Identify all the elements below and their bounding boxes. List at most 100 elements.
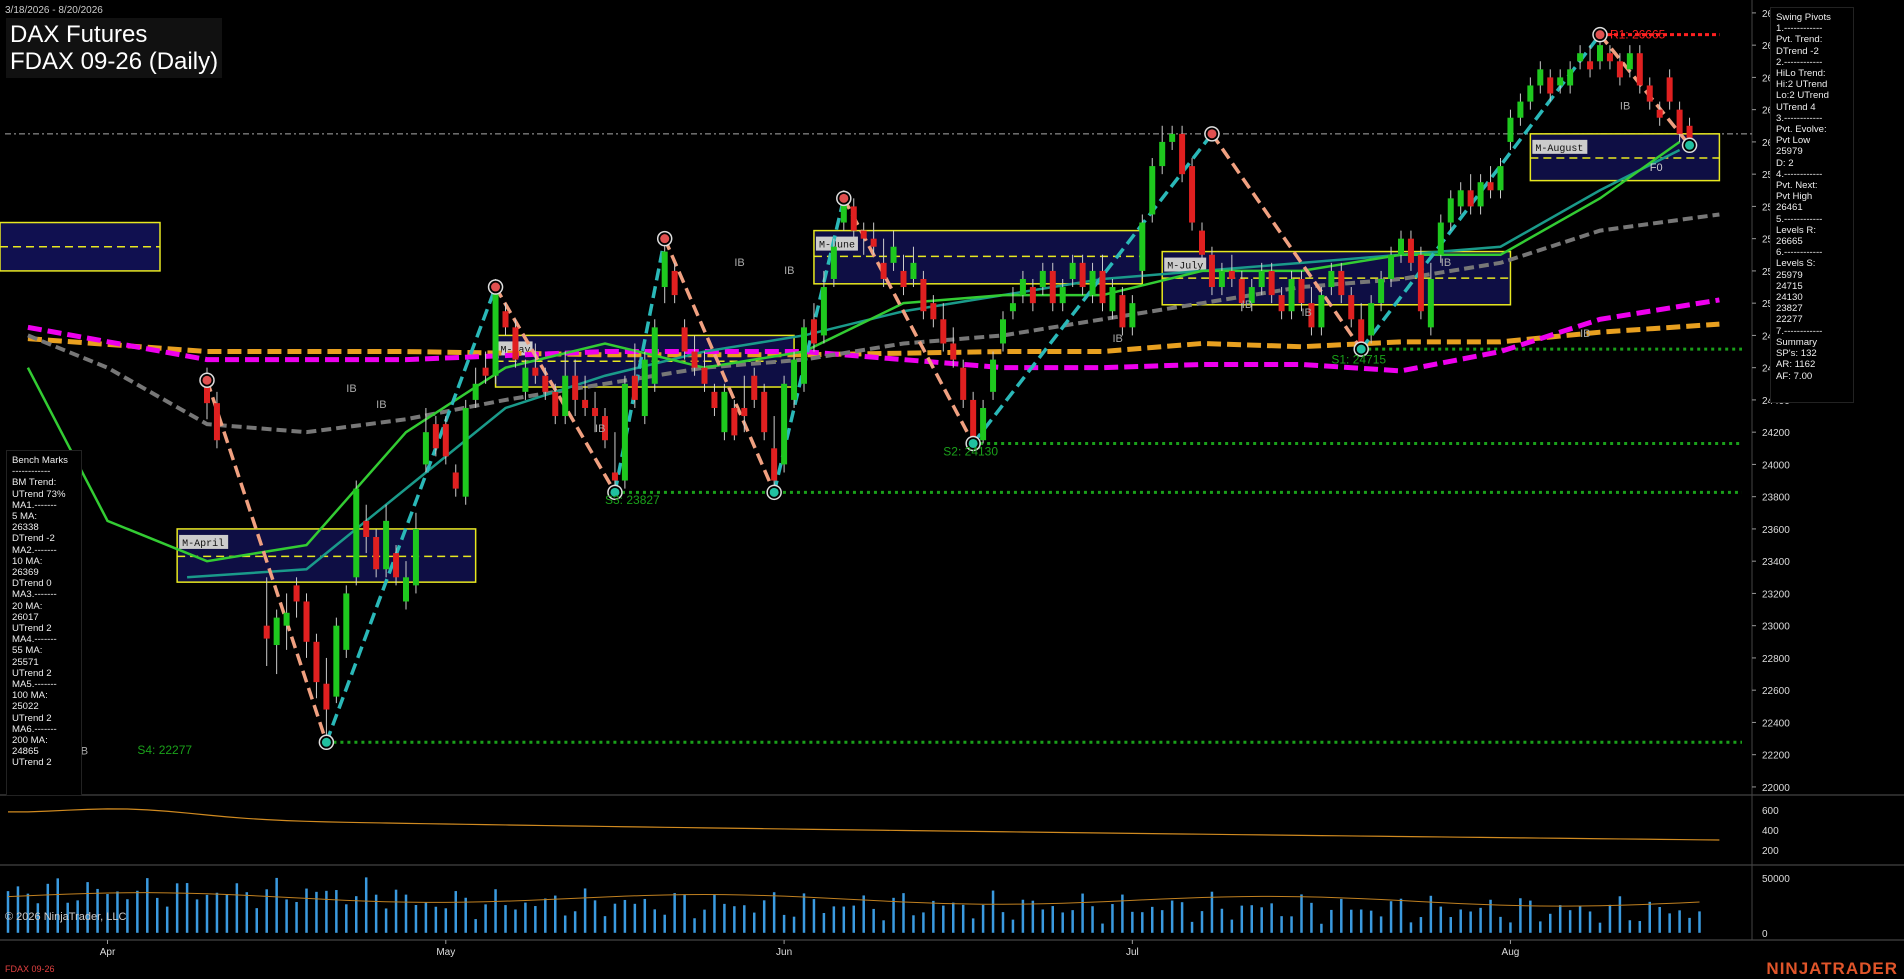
candle-up [1517,101,1524,118]
swing-high-dot [839,193,849,203]
pivot-panel-line: 6.------------ [1776,247,1823,259]
candle-down [1278,295,1285,312]
swing-high-dot [491,282,501,292]
candle-down [850,206,857,231]
candle-down [1358,319,1365,344]
candle-down [1606,53,1613,62]
pivot-panel-line: 23827 [1776,303,1803,315]
pivot-panel-line: Summary [1776,336,1818,348]
pivot-panel-line: DTrend -2 [1776,45,1819,57]
pivot-panel-line: HiLo Trend: [1776,68,1826,80]
chart-subtitle: FDAX 09-26 (Daily) [10,48,219,75]
bench-panel-line: UTrend 2 [12,623,52,635]
swing-pivots-panel: Swing Pivots 1.------------ Pvt. Trend: DTr… [1770,7,1854,403]
candle-down [930,303,937,320]
candle-down [1676,109,1683,134]
bench-panel-line: DTrend 0 [12,578,52,590]
ib-label: IB [1112,333,1122,345]
candle-down [860,230,867,239]
y-tick-label: 23600 [1762,525,1790,536]
bench-panel-line: UTrend 2 [12,667,52,679]
bench-panel-line: 25022 [12,701,39,713]
swing-low-dot [769,487,779,497]
swing-high-dot [660,234,670,244]
candle-down [691,351,698,368]
candle-down [582,399,589,408]
pivot-panel-line: AF: 7.00 [1776,370,1813,382]
candle-down [1049,270,1056,304]
candle-up [1318,295,1325,328]
bench-panel-line: DTrend -2 [12,533,55,545]
candle-down [631,375,638,400]
candle-up [1427,278,1434,328]
candle-down [263,625,270,639]
candle-down [313,641,320,683]
candle-down [960,367,967,400]
candle-up [1069,262,1076,279]
bench-panel-line: 200 MA: [12,735,48,747]
candle-down [363,520,370,537]
candle-down [970,399,977,441]
bench-panel-line: 5 MA: [12,511,38,523]
price-chart[interactable]: 22000 22200 22400 22600 22800 23000 23200 23400… [0,0,1904,979]
candle-down [1228,270,1235,279]
bench-panel-line: MA3.------- [12,589,57,601]
candle-up [1378,278,1385,304]
candle-up [1149,166,1156,215]
y-tick-label: 24000 [1762,460,1790,471]
candle-up [412,528,419,586]
candle-up [1169,133,1176,142]
bench-panel-line: MA5.------- [12,679,57,691]
candle-up [801,327,807,384]
candle-up [651,327,658,384]
swing-level-label: S3: 23827 [605,493,660,507]
candle-up [1139,222,1146,271]
y-tick-label: 22600 [1762,686,1790,697]
chart-title: DAX Futures [10,21,148,48]
ib-label: IB [1302,307,1312,319]
candle-up [1557,77,1564,86]
pivot-panel-line: 2.------------ [1776,56,1823,68]
candle-down [1636,53,1643,86]
candle-up [383,520,390,570]
candle-up [273,617,280,646]
candle-down [1656,109,1663,118]
candle-down [592,407,599,417]
bench-panel-line: Bench Marks [12,455,68,466]
pivot-panel-line: D: 2 [1776,157,1794,169]
candle-up [820,287,827,336]
candle-down [303,601,310,642]
pivot-panel-line: 22277 [1776,314,1803,326]
candle-down [671,270,678,296]
y-tick-label: 23000 [1762,622,1790,633]
candle-up [1507,117,1514,142]
candle-up [472,383,479,400]
y-tick-label: 22200 [1762,751,1790,762]
pivot-panel-line: Pvt. Evolve: [1776,124,1827,136]
candle-up [1328,270,1335,288]
candle-down [1338,270,1345,296]
bench-panel-line: ------------ [12,466,51,478]
y-tick-label: 24200 [1762,428,1790,439]
atr-tick-label: 400 [1762,826,1779,837]
pivot-panel-line: 1.------------ [1776,23,1823,35]
candle-up [1019,278,1026,296]
candle-up [621,383,628,481]
candle-down [323,683,330,710]
brand-logo: NINJATRADER [1766,959,1898,978]
candle-down [1179,133,1186,175]
candle-down [880,262,887,279]
candle-down [1467,190,1474,207]
pivot-panel-line: SP's: 132 [1776,348,1817,360]
ib-label: IB [1620,101,1630,113]
footer-symbol: FDAX 09-26 [5,964,55,974]
candle-up [1288,278,1295,312]
candle-down [1199,230,1205,255]
candle-up [353,488,360,578]
candle-down [293,585,300,602]
candle-up [1477,182,1484,207]
bench-panel-line: MA2.------- [12,544,57,556]
x-tick-label: May [436,947,455,958]
pivot-panel-line: 26461 [1776,202,1803,214]
candle-up [1437,222,1444,255]
